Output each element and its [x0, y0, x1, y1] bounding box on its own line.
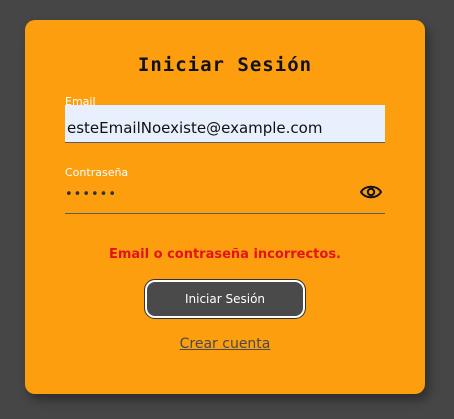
login-button[interactable]: Iniciar Sesión [144, 279, 306, 319]
page-title: Iniciar Sesión [137, 54, 313, 76]
eye-icon[interactable] [359, 182, 383, 202]
password-underline [65, 213, 385, 214]
create-account-link[interactable]: Crear cuenta [25, 336, 425, 352]
error-message: Email o contraseña incorrectos. [108, 247, 341, 262]
email-field[interactable] [65, 105, 385, 143]
login-card: Iniciar Sesión Email Contraseña •••••• E… [25, 20, 425, 394]
password-field[interactable]: •••••• [65, 178, 355, 212]
